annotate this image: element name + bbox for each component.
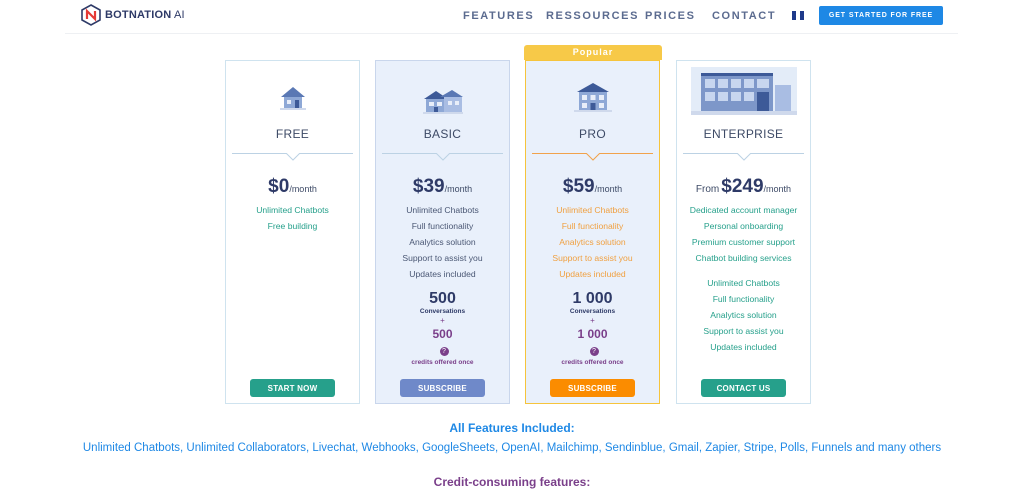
credits-count: 1 000 [577,327,608,341]
feature-item: Updates included [559,269,626,279]
plus-sign: + [440,316,445,325]
house-small-icon [226,85,359,111]
conversations-label: Conversations [569,308,616,315]
nav-contact[interactable]: CONTACT [712,10,776,22]
plan-features: Unlimited Chatbots Full functionality An… [526,202,659,282]
plan-price: From $249/month [695,176,792,197]
conversations-label: Conversations [419,308,466,315]
plan-price: $59/month [562,176,623,197]
plan-card-enterprise: ENTERPRISE From $249/month Dedicated acco… [676,60,811,404]
plan-card-free: FREE $0/month Unlimited Chatbots Free bu… [225,60,360,404]
plan-name: ENTERPRISE [703,127,784,141]
plan-price: $39/month [412,176,473,197]
plan-features: Unlimited Chatbots Full functionality An… [376,202,509,282]
conversations-block: 500 Conversations + 500? credits offered… [376,290,509,366]
credits-block: 1 000? [526,327,659,358]
conversations-count: 500 [429,290,456,307]
divider-arrow-icon [586,153,600,161]
botnation-logo-icon [81,4,101,26]
feature-item: Unlimited Chatbots [406,205,479,215]
feature-item: Unlimited Chatbots [256,205,329,215]
subscribe-pro-button[interactable]: SUBSCRIBE [550,379,635,397]
conversations-block: 1 000 Conversations + 1 000? credits off… [526,290,659,366]
plan-card-basic: BASIC $39/month Unlimited Chatbots Full … [375,60,510,404]
house-medium-icon [376,89,509,115]
feature-item: Full functionality [712,294,775,304]
plan-features: Unlimited Chatbots Full functionality An… [677,275,810,355]
plan-name: FREE [275,127,310,141]
feature-item: Unlimited Chatbots [707,278,780,288]
plan-name: PRO [579,127,606,141]
botnation-logo[interactable]: BOTNATION AI [81,3,185,27]
credits-label: credits offered once [411,359,474,366]
credits-label: credits offered once [561,359,624,366]
feature-item: Support to assist you [552,253,633,263]
nav-prices[interactable]: PRICES [645,10,696,22]
feature-item: Support to assist you [402,253,483,263]
nav-ressources[interactable]: RESSOURCES [546,10,639,22]
feature-item: Full functionality [411,221,474,231]
plan-features: Unlimited Chatbots Free building [226,202,359,234]
service-item: Chatbot building services [695,253,792,263]
header-divider [65,33,958,34]
plan-card-pro: PRO $59/month Unlimited Chatbots Full fu… [525,60,660,404]
help-question-icon[interactable]: ? [589,347,599,356]
plan-price: $0/month [268,176,317,197]
house-large-icon [526,81,659,113]
feature-item: Support to assist you [703,326,784,336]
credits-count: 500 [432,327,453,341]
feature-item: Analytics solution [559,237,626,247]
get-started-button[interactable]: GET STARTED FOR FREE [819,6,943,25]
feature-item: Full functionality [561,221,624,231]
plan-services: Dedicated account manager Personal onboa… [677,202,810,266]
language-flag-icon[interactable] [792,11,804,20]
service-item: Dedicated account manager [689,205,798,215]
plan-name: BASIC [423,127,462,141]
help-question-icon[interactable]: ? [439,347,449,356]
service-item: Premium customer support [691,237,796,247]
divider-arrow-icon [737,153,751,161]
top-navbar: BOTNATION AI FEATURES RESSOURCES PRICES … [0,0,1024,33]
start-now-button[interactable]: START NOW [250,379,335,397]
logo-text: BOTNATION AI [105,9,185,21]
divider-arrow-icon [286,153,300,161]
subscribe-basic-button[interactable]: SUBSCRIBE [400,379,485,397]
credits-block: 500? [376,327,509,358]
feature-item: Analytics solution [409,237,476,247]
nav-features[interactable]: FEATURES [463,10,534,22]
all-features-list: Unlimited Chatbots, Unlimited Collaborat… [82,442,942,454]
service-item: Personal onboarding [703,221,784,231]
feature-item: Unlimited Chatbots [556,205,629,215]
office-building-icon [677,67,810,115]
feature-item: Analytics solution [710,310,777,320]
all-features-title: All Features Included: [449,421,575,435]
plus-sign: + [590,316,595,325]
contact-us-button[interactable]: CONTACT US [701,379,786,397]
divider-arrow-icon [436,153,450,161]
feature-item: Updates included [409,269,476,279]
conversations-count: 1 000 [572,290,613,307]
popular-badge: Popular [524,45,662,60]
feature-item: Free building [267,221,318,231]
feature-item: Updates included [710,342,777,352]
